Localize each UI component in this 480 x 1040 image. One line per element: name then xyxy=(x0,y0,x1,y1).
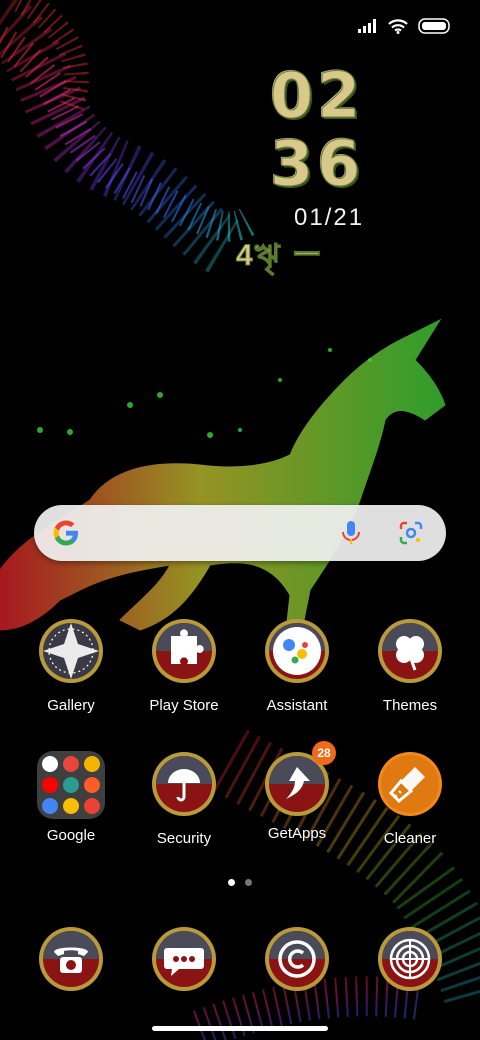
app-google-folder[interactable]: Google xyxy=(21,751,121,844)
drive-mini-icon xyxy=(63,777,79,793)
clock-date: 01/21 xyxy=(294,204,365,231)
phone-icon xyxy=(39,927,103,991)
app-label: Security xyxy=(156,830,212,847)
dock-phone[interactable] xyxy=(21,926,121,997)
app-label: Cleaner xyxy=(383,830,437,847)
dock-messages[interactable] xyxy=(134,926,234,997)
themes-icon xyxy=(378,619,442,683)
gmail-mini-icon xyxy=(63,756,79,772)
getapps-icon-wrap: 28 xyxy=(264,741,336,817)
clock-minute: 36 xyxy=(270,127,365,200)
gallery-icon xyxy=(39,619,103,683)
security-icon xyxy=(152,752,216,816)
play-store-icon xyxy=(152,619,216,683)
app-label: Gallery xyxy=(47,697,95,714)
page-indicator xyxy=(228,879,252,886)
cleaner-icon xyxy=(378,752,442,816)
youtube-mini-icon xyxy=(42,777,58,793)
app-themes[interactable]: Themes xyxy=(360,618,460,714)
copyright-icon xyxy=(265,927,329,991)
assistant-icon xyxy=(265,619,329,683)
app-label: GetApps xyxy=(267,825,327,842)
microphone-icon[interactable] xyxy=(340,520,362,546)
app-gallery[interactable]: Gallery xyxy=(21,618,121,714)
app-label: Themes xyxy=(382,697,438,714)
clock-weekday: 4ৠ ー xyxy=(236,239,324,273)
camera-icon xyxy=(378,927,442,991)
clock-hour: 02 xyxy=(270,59,365,132)
notification-badge: 28 xyxy=(312,741,336,765)
wifi-icon xyxy=(388,18,408,34)
messages-icon xyxy=(152,927,216,991)
status-bar xyxy=(0,0,480,56)
google-folder-icon xyxy=(37,751,105,819)
page-dot xyxy=(245,879,252,886)
google-search-bar[interactable] xyxy=(34,505,446,561)
yt-music-mini-icon xyxy=(84,777,100,793)
app-cleaner[interactable]: Cleaner xyxy=(360,751,460,847)
dock-camera[interactable] xyxy=(360,926,460,997)
meet-mini-icon xyxy=(42,798,58,814)
maps-mini-icon xyxy=(84,756,100,772)
google-lens-icon[interactable] xyxy=(398,520,424,546)
google-logo-icon xyxy=(53,520,78,546)
app-play-store[interactable]: Play Store xyxy=(134,618,234,714)
battery-icon xyxy=(418,18,450,34)
app-label: Google xyxy=(46,827,96,844)
dock-browser[interactable] xyxy=(247,926,347,997)
chrome-mini-icon xyxy=(42,756,58,772)
photos-mini-icon xyxy=(63,798,79,814)
home-indicator[interactable] xyxy=(152,1026,328,1031)
app-getapps[interactable]: 28 GetApps xyxy=(247,741,347,842)
signal-icon xyxy=(358,19,376,33)
app-label: Assistant xyxy=(266,697,328,714)
app-label: Play Store xyxy=(149,697,219,714)
page-dot-active xyxy=(228,879,235,886)
duo-mini-icon xyxy=(84,798,100,814)
clock-widget[interactable]: 02 36 01/21 4ৠ ー xyxy=(236,59,420,282)
app-assistant[interactable]: Assistant xyxy=(247,618,347,714)
app-security[interactable]: Security xyxy=(134,751,234,847)
